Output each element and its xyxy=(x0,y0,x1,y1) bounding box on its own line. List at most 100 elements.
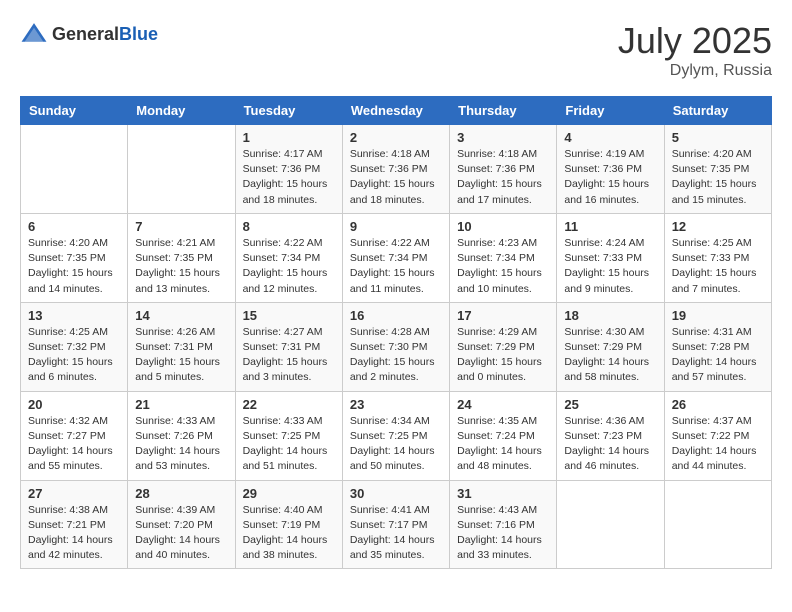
day-number: 31 xyxy=(457,486,549,501)
calendar-cell: 16 Sunrise: 4:28 AM Sunset: 7:30 PM Dayli… xyxy=(342,302,449,391)
header-saturday: Saturday xyxy=(664,97,771,125)
day-info: Sunrise: 4:18 AM Sunset: 7:36 PM Dayligh… xyxy=(457,147,549,208)
calendar-cell: 6 Sunrise: 4:20 AM Sunset: 7:35 PM Daylig… xyxy=(21,213,128,302)
day-number: 3 xyxy=(457,130,549,145)
logo: GeneralBlue xyxy=(20,20,158,48)
day-number: 24 xyxy=(457,397,549,412)
day-info: Sunrise: 4:26 AM Sunset: 7:31 PM Dayligh… xyxy=(135,325,227,386)
day-info: Sunrise: 4:35 AM Sunset: 7:24 PM Dayligh… xyxy=(457,414,549,475)
calendar-cell: 3 Sunrise: 4:18 AM Sunset: 7:36 PM Daylig… xyxy=(450,125,557,214)
day-info: Sunrise: 4:24 AM Sunset: 7:33 PM Dayligh… xyxy=(564,236,656,297)
calendar-table: SundayMondayTuesdayWednesdayThursdayFrid… xyxy=(20,96,772,569)
day-info: Sunrise: 4:23 AM Sunset: 7:34 PM Dayligh… xyxy=(457,236,549,297)
day-number: 12 xyxy=(672,219,764,234)
day-number: 6 xyxy=(28,219,120,234)
calendar-cell: 28 Sunrise: 4:39 AM Sunset: 7:20 PM Dayli… xyxy=(128,480,235,569)
calendar-cell: 13 Sunrise: 4:25 AM Sunset: 7:32 PM Dayli… xyxy=(21,302,128,391)
calendar-cell xyxy=(21,125,128,214)
day-number: 20 xyxy=(28,397,120,412)
logo-text-blue: Blue xyxy=(119,24,158,44)
location: Dylym, Russia xyxy=(618,62,772,80)
day-number: 13 xyxy=(28,308,120,323)
calendar-cell: 15 Sunrise: 4:27 AM Sunset: 7:31 PM Dayli… xyxy=(235,302,342,391)
calendar-cell: 8 Sunrise: 4:22 AM Sunset: 7:34 PM Daylig… xyxy=(235,213,342,302)
day-number: 26 xyxy=(672,397,764,412)
day-number: 14 xyxy=(135,308,227,323)
day-info: Sunrise: 4:34 AM Sunset: 7:25 PM Dayligh… xyxy=(350,414,442,475)
calendar-cell: 1Sunrise: 4:17 AM Sunset: 7:36 PM Daylig… xyxy=(235,125,342,214)
day-info: Sunrise: 4:37 AM Sunset: 7:22 PM Dayligh… xyxy=(672,414,764,475)
day-number: 8 xyxy=(243,219,335,234)
day-info: Sunrise: 4:31 AM Sunset: 7:28 PM Dayligh… xyxy=(672,325,764,386)
day-number: 7 xyxy=(135,219,227,234)
calendar-week-5: 27 Sunrise: 4:38 AM Sunset: 7:21 PM Dayli… xyxy=(21,480,772,569)
day-info: Sunrise: 4:28 AM Sunset: 7:30 PM Dayligh… xyxy=(350,325,442,386)
day-number: 15 xyxy=(243,308,335,323)
calendar-cell xyxy=(557,480,664,569)
day-number: 27 xyxy=(28,486,120,501)
day-info: Sunrise: 4:25 AM Sunset: 7:33 PM Dayligh… xyxy=(672,236,764,297)
day-info: Sunrise: 4:25 AM Sunset: 7:32 PM Dayligh… xyxy=(28,325,120,386)
day-info: Sunrise: 4:33 AM Sunset: 7:26 PM Dayligh… xyxy=(135,414,227,475)
calendar-cell xyxy=(664,480,771,569)
calendar-cell: 11 Sunrise: 4:24 AM Sunset: 7:33 PM Dayli… xyxy=(557,213,664,302)
calendar-header-row: SundayMondayTuesdayWednesdayThursdayFrid… xyxy=(21,97,772,125)
day-number: 17 xyxy=(457,308,549,323)
day-number: 25 xyxy=(564,397,656,412)
header-tuesday: Tuesday xyxy=(235,97,342,125)
day-info: Sunrise: 4:21 AM Sunset: 7:35 PM Dayligh… xyxy=(135,236,227,297)
day-info: Sunrise: 4:20 AM Sunset: 7:35 PM Dayligh… xyxy=(28,236,120,297)
day-number: 28 xyxy=(135,486,227,501)
calendar-cell: 5 Sunrise: 4:20 AM Sunset: 7:35 PM Daylig… xyxy=(664,125,771,214)
day-number: 2 xyxy=(350,130,442,145)
day-number: 21 xyxy=(135,397,227,412)
day-number: 29 xyxy=(243,486,335,501)
day-info: Sunrise: 4:39 AM Sunset: 7:20 PM Dayligh… xyxy=(135,503,227,564)
calendar-week-2: 6 Sunrise: 4:20 AM Sunset: 7:35 PM Daylig… xyxy=(21,213,772,302)
calendar-cell: 22Sunrise: 4:33 AM Sunset: 7:25 PM Dayli… xyxy=(235,391,342,480)
day-info: Sunrise: 4:18 AM Sunset: 7:36 PM Dayligh… xyxy=(350,147,442,208)
day-number: 1 xyxy=(243,130,335,145)
day-info: Sunrise: 4:22 AM Sunset: 7:34 PM Dayligh… xyxy=(350,236,442,297)
day-number: 16 xyxy=(350,308,442,323)
month-year: July 2025 xyxy=(618,20,772,62)
calendar-cell: 21 Sunrise: 4:33 AM Sunset: 7:26 PM Dayli… xyxy=(128,391,235,480)
calendar-cell: 2 Sunrise: 4:18 AM Sunset: 7:36 PM Daylig… xyxy=(342,125,449,214)
calendar-cell: 20 Sunrise: 4:32 AM Sunset: 7:27 PM Dayli… xyxy=(21,391,128,480)
day-number: 11 xyxy=(564,219,656,234)
day-info: Sunrise: 4:36 AM Sunset: 7:23 PM Dayligh… xyxy=(564,414,656,475)
header-sunday: Sunday xyxy=(21,97,128,125)
day-info: Sunrise: 4:22 AM Sunset: 7:34 PM Dayligh… xyxy=(243,236,335,297)
calendar-cell: 18Sunrise: 4:30 AM Sunset: 7:29 PM Dayli… xyxy=(557,302,664,391)
calendar-week-1: 1Sunrise: 4:17 AM Sunset: 7:36 PM Daylig… xyxy=(21,125,772,214)
day-number: 22 xyxy=(243,397,335,412)
calendar-cell: 29Sunrise: 4:40 AM Sunset: 7:19 PM Dayli… xyxy=(235,480,342,569)
calendar-cell: 10Sunrise: 4:23 AM Sunset: 7:34 PM Dayli… xyxy=(450,213,557,302)
calendar-cell: 19Sunrise: 4:31 AM Sunset: 7:28 PM Dayli… xyxy=(664,302,771,391)
calendar-cell: 17Sunrise: 4:29 AM Sunset: 7:29 PM Dayli… xyxy=(450,302,557,391)
calendar-cell: 27 Sunrise: 4:38 AM Sunset: 7:21 PM Dayli… xyxy=(21,480,128,569)
day-number: 4 xyxy=(564,130,656,145)
day-info: Sunrise: 4:32 AM Sunset: 7:27 PM Dayligh… xyxy=(28,414,120,475)
calendar-cell: 12 Sunrise: 4:25 AM Sunset: 7:33 PM Dayli… xyxy=(664,213,771,302)
calendar-cell: 9Sunrise: 4:22 AM Sunset: 7:34 PM Daylig… xyxy=(342,213,449,302)
day-number: 23 xyxy=(350,397,442,412)
day-info: Sunrise: 4:38 AM Sunset: 7:21 PM Dayligh… xyxy=(28,503,120,564)
calendar-cell: 31 Sunrise: 4:43 AM Sunset: 7:16 PM Dayli… xyxy=(450,480,557,569)
calendar-week-4: 20 Sunrise: 4:32 AM Sunset: 7:27 PM Dayli… xyxy=(21,391,772,480)
day-info: Sunrise: 4:43 AM Sunset: 7:16 PM Dayligh… xyxy=(457,503,549,564)
logo-icon xyxy=(20,20,48,48)
calendar-cell: 24 Sunrise: 4:35 AM Sunset: 7:24 PM Dayli… xyxy=(450,391,557,480)
day-number: 30 xyxy=(350,486,442,501)
day-number: 5 xyxy=(672,130,764,145)
calendar-cell: 14 Sunrise: 4:26 AM Sunset: 7:31 PM Dayli… xyxy=(128,302,235,391)
header-monday: Monday xyxy=(128,97,235,125)
logo-text-general: General xyxy=(52,24,119,44)
calendar-cell: 7 Sunrise: 4:21 AM Sunset: 7:35 PM Daylig… xyxy=(128,213,235,302)
day-info: Sunrise: 4:19 AM Sunset: 7:36 PM Dayligh… xyxy=(564,147,656,208)
day-info: Sunrise: 4:27 AM Sunset: 7:31 PM Dayligh… xyxy=(243,325,335,386)
calendar-cell: 26 Sunrise: 4:37 AM Sunset: 7:22 PM Dayli… xyxy=(664,391,771,480)
day-info: Sunrise: 4:41 AM Sunset: 7:17 PM Dayligh… xyxy=(350,503,442,564)
day-info: Sunrise: 4:20 AM Sunset: 7:35 PM Dayligh… xyxy=(672,147,764,208)
calendar-cell: 23 Sunrise: 4:34 AM Sunset: 7:25 PM Dayli… xyxy=(342,391,449,480)
